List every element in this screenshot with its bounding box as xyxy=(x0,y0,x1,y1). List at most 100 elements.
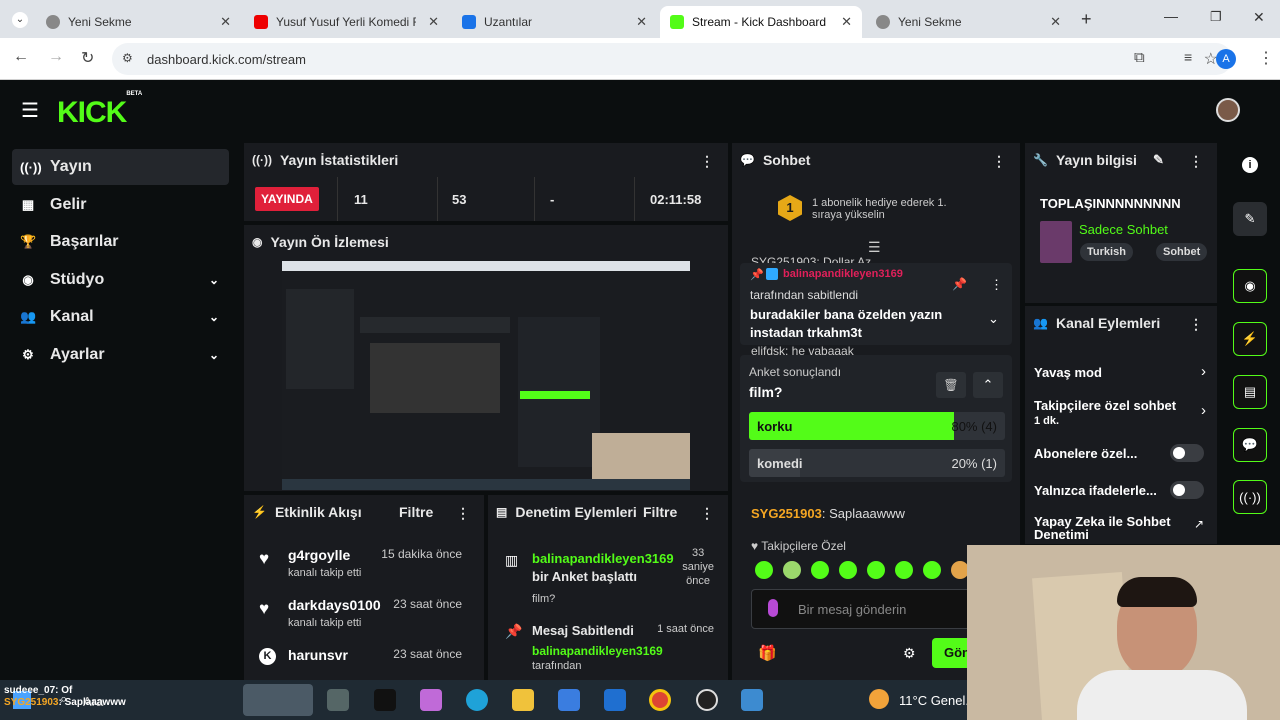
category-thumbnail[interactable] xyxy=(1040,221,1072,263)
filter-button[interactable]: Filtre xyxy=(643,504,677,520)
more-icon[interactable]: ⋮ xyxy=(992,153,1006,170)
close-icon[interactable]: ✕ xyxy=(428,14,439,30)
close-icon[interactable]: ✕ xyxy=(841,14,852,30)
gift-icon[interactable]: 🎁 xyxy=(758,644,777,662)
menu-lines-icon: ☰ xyxy=(868,239,881,255)
site-info-icon[interactable]: ⚙ xyxy=(122,51,133,65)
heart-icon: ♥ xyxy=(751,539,759,553)
camera-rail-button[interactable]: ◉ xyxy=(1233,269,1267,303)
unpin-icon[interactable]: 📌 xyxy=(952,277,967,291)
emote[interactable] xyxy=(839,561,857,579)
document-rail-button[interactable]: ▤ xyxy=(1233,375,1267,409)
kick-badge-icon: K xyxy=(259,648,276,665)
store-icon[interactable] xyxy=(558,689,580,711)
chat-input[interactable]: Bir mesaj gönderin xyxy=(751,589,981,629)
file-explorer-icon[interactable] xyxy=(512,689,534,711)
sidebar-item-gelir[interactable]: ▦ Gelir xyxy=(12,187,229,223)
tab-new-2[interactable]: Yeni Sekme ✕ xyxy=(866,6,1071,38)
sidebar-item-ayarlar[interactable]: ⚙ Ayarlar ⌄ xyxy=(12,337,229,373)
chrome-icon[interactable] xyxy=(649,689,671,711)
trash-icon[interactable]: 🗑 xyxy=(936,372,966,398)
epic-games-icon[interactable] xyxy=(374,689,396,711)
sidebar-item-studyo[interactable]: ◉ Stüdyo ⌄ xyxy=(12,262,229,298)
media-icon[interactable]: ≡ xyxy=(1184,49,1192,65)
emote[interactable] xyxy=(895,561,913,579)
more-icon[interactable]: ⋮ xyxy=(700,153,714,170)
sidebar-item-basarilar[interactable]: 🏆 Başarılar xyxy=(12,224,229,260)
sidebar-item-yayin[interactable]: ((·)) Yayın xyxy=(12,149,229,185)
more-icon[interactable]: ⋮ xyxy=(1189,316,1203,333)
moderation-panel: ▤ Denetim Eylemleri Filtre ⋮ ▥ balinapan… xyxy=(488,495,728,680)
minimize-icon[interactable]: — xyxy=(1164,8,1178,24)
more-icon[interactable]: ⋮ xyxy=(456,505,470,522)
youtube-icon xyxy=(254,15,268,29)
chat-rail-button[interactable]: 💬 xyxy=(1233,428,1267,462)
pinned-message[interactable]: 📌 balinapandikleyen3169 tarafından sabit… xyxy=(740,263,1012,345)
action-followers-only[interactable]: Takipçilere özel sohbet 1 dk. › xyxy=(1034,398,1214,432)
settings-icon[interactable]: ⚙ xyxy=(903,645,916,662)
emote[interactable] xyxy=(811,561,829,579)
stream-info-panel: 🔧 Yayın bilgisi ✎ ⋮ TOPLAŞINNNNNNNNN Sad… xyxy=(1025,143,1217,303)
toggle-switch[interactable] xyxy=(1170,444,1204,462)
broadcast-rail-button[interactable]: ((·)) xyxy=(1233,480,1267,514)
channel-actions-panel: 👥 Kanal Eylemleri ⋮ Yavaş mod › Takipçil… xyxy=(1025,306,1217,544)
edit-rail-button[interactable]: ✎ xyxy=(1233,202,1267,236)
action-ai-moderation[interactable]: Yapay Zeka ile Sohbet Denetimi ↗ xyxy=(1034,515,1214,543)
filter-button[interactable]: Filtre xyxy=(399,504,433,520)
close-icon[interactable]: ✕ xyxy=(1050,14,1061,30)
tab-kick-dashboard[interactable]: Stream - Kick Dashboard ✕ xyxy=(660,6,862,38)
action-emotes-only[interactable]: Yalnızca ifadelerle... xyxy=(1034,481,1214,502)
extensions-icon[interactable]: ⧉ xyxy=(1134,49,1145,66)
tab-extensions[interactable]: Uzantılar ✕ xyxy=(452,6,657,38)
outlook-icon[interactable] xyxy=(604,689,626,711)
poll-result: Anket sonuçlandı film? 🗑 ⌃ korku 80% (4)… xyxy=(740,355,1012,482)
more-icon[interactable]: ⋮ xyxy=(1189,153,1203,170)
emote[interactable] xyxy=(867,561,885,579)
reload-icon[interactable]: ↻ xyxy=(81,48,94,68)
tag[interactable]: Sohbet xyxy=(1156,243,1208,261)
bolt-rail-button[interactable]: ⚡ xyxy=(1233,322,1267,356)
edit-icon[interactable]: ✎ xyxy=(1153,152,1164,168)
close-window-icon[interactable]: ✕ xyxy=(1253,9,1265,26)
stream-preview-video[interactable] xyxy=(282,261,690,490)
task-view-icon[interactable] xyxy=(327,689,349,711)
edge-icon[interactable] xyxy=(466,689,488,711)
trophy-icon: 🏆 xyxy=(20,234,37,249)
hamburger-icon[interactable]: ☰ xyxy=(21,98,39,123)
action-subscribers-only[interactable]: Abonelere özel... xyxy=(1034,444,1214,465)
followers-only-label: ♥ Takipçilere Özel xyxy=(751,539,846,553)
emote[interactable] xyxy=(923,561,941,579)
profile-avatar[interactable]: A xyxy=(1216,49,1236,69)
copilot-icon[interactable] xyxy=(420,689,442,711)
tab-youtube[interactable]: Yusuf Yusuf Yerli Komedi Film ✕ xyxy=(244,6,449,38)
close-icon[interactable]: ✕ xyxy=(220,14,231,30)
obs-icon[interactable] xyxy=(696,689,718,711)
more-icon[interactable]: ⋮ xyxy=(990,277,1003,293)
tab-search-icon[interactable]: ⌄ xyxy=(12,12,28,28)
chevron-up-icon[interactable]: ⌃ xyxy=(973,372,1003,398)
kick-icon xyxy=(670,15,684,29)
url-input[interactable]: ⚙ dashboard.kick.com/stream ☆ xyxy=(112,43,1232,75)
tag[interactable]: Turkish xyxy=(1080,243,1133,261)
calculator-icon[interactable] xyxy=(741,689,763,711)
toggle-switch[interactable] xyxy=(1170,481,1204,499)
forward-icon[interactable]: → xyxy=(48,48,64,66)
preview-sidebar xyxy=(286,289,354,389)
emote[interactable] xyxy=(783,561,801,579)
new-tab-icon[interactable]: + xyxy=(1081,9,1092,30)
webcam-overlay xyxy=(967,545,1280,720)
chevron-down-icon[interactable]: ⌄ xyxy=(988,311,999,327)
action-slow-mode[interactable]: Yavaş mod › xyxy=(1034,363,1214,384)
mic-icon[interactable] xyxy=(768,599,778,617)
menu-icon[interactable]: ⋮ xyxy=(1258,48,1274,68)
tab-new-1[interactable]: Yeni Sekme ✕ xyxy=(36,6,241,38)
more-icon[interactable]: ⋮ xyxy=(700,505,714,522)
info-icon[interactable]: i xyxy=(1242,157,1258,173)
restore-icon[interactable]: ❐ xyxy=(1210,9,1222,25)
user-avatar[interactable] xyxy=(1216,98,1240,122)
sidebar-item-kanal[interactable]: 👥 Kanal ⌄ xyxy=(12,299,229,335)
back-icon[interactable]: ← xyxy=(13,48,29,66)
emote[interactable] xyxy=(755,561,773,579)
close-icon[interactable]: ✕ xyxy=(636,14,647,30)
kick-logo[interactable]: KICKBETA xyxy=(57,91,142,130)
